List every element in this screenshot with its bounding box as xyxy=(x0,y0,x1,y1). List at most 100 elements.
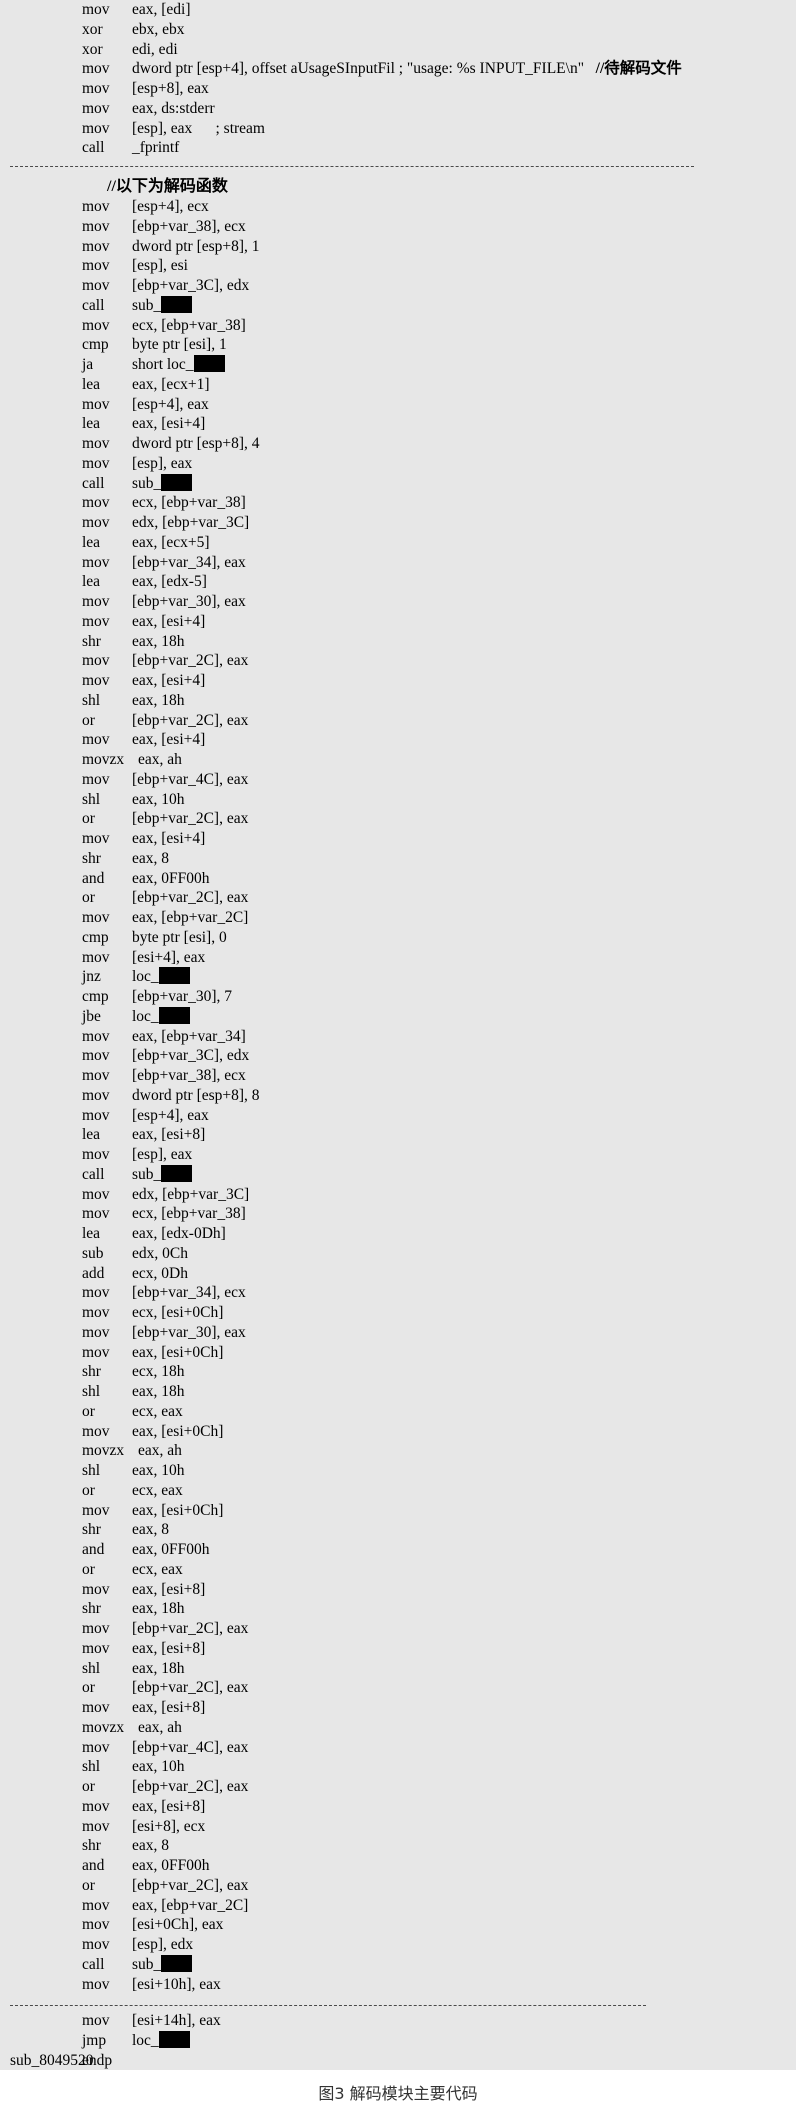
code-operands: eax, [esi+0Ch] xyxy=(132,1501,223,1521)
code-mnemonic: mov xyxy=(82,1896,110,1914)
code-operands: eax, 18h xyxy=(132,1659,185,1679)
code-operands-text: [esp], esi xyxy=(132,257,188,275)
code-operands-text: eax, ah xyxy=(138,1442,182,1460)
code-operands-text: [ebp+var_30], eax xyxy=(132,593,246,610)
code-mnemonic: cmp xyxy=(82,336,109,354)
code-operands: [esp], esi xyxy=(132,256,188,276)
code-mnemonic: mov xyxy=(82,1699,110,1716)
code-operands: ecx, [ebp+var_38] xyxy=(132,316,246,336)
code-mnemonic: jnz xyxy=(82,968,101,986)
code-operands: eax, 10h xyxy=(132,790,185,810)
code-operands-text: ecx, 0Dh xyxy=(132,1264,188,1282)
code-operands-text: eax, ah xyxy=(138,751,182,768)
code-mnemonic: or xyxy=(82,810,95,828)
code-operands: eax, [esi+4] xyxy=(132,414,205,434)
code-operands-text: ecx, [ebp+var_38] xyxy=(132,494,246,512)
code-mnemonic: jmp xyxy=(82,2031,107,2049)
code-operands: [esi+8], ecx xyxy=(132,1817,205,1837)
code-operands: ecx, [ebp+var_38] xyxy=(132,1204,246,1224)
code-mnemonic: mov xyxy=(82,830,110,847)
code-operands-text: [esp], eax ; stream xyxy=(132,119,265,137)
code-mnemonic: or xyxy=(82,1778,95,1795)
code-operands-text: sub_ xyxy=(132,296,162,314)
code-mnemonic: or xyxy=(82,711,95,729)
code-mnemonic: and xyxy=(82,869,105,887)
code-operands: eax, [ecx+1] xyxy=(132,375,210,395)
code-operands: [ebp+var_2C], eax xyxy=(132,1619,248,1639)
code-operands-text: edi, edi xyxy=(132,40,178,58)
code-operands: [ebp+var_38], ecx xyxy=(132,217,246,237)
code-operands-text: [esi+10h], eax xyxy=(132,1975,221,1993)
code-operands: sub_ xyxy=(132,1164,193,1185)
code-operands-text: eax, [esi+8] xyxy=(132,1699,206,1716)
code-operands-text: loc_ xyxy=(132,2031,159,2049)
code-operands: ecx, eax xyxy=(132,1560,183,1580)
code-operands-text: short loc_ xyxy=(132,356,194,373)
code-mnemonic: lea xyxy=(82,533,101,551)
code-operands-text: edx, [ebp+var_3C] xyxy=(132,1185,250,1203)
dashed-separator xyxy=(10,166,694,167)
code-operands: ecx, eax xyxy=(132,1481,183,1501)
code-operands-text: [ebp+var_38], ecx xyxy=(132,1067,246,1084)
code-mnemonic: mov xyxy=(82,1639,110,1657)
code-mnemonic: cmp xyxy=(82,988,109,1005)
code-operands-text: eax, [ecx+1] xyxy=(132,375,210,393)
code-mnemonic: mov xyxy=(82,948,110,966)
code-operands-text: [ebp+var_38], ecx xyxy=(132,217,246,235)
code-operands-text: [ebp+var_2C], eax xyxy=(132,711,249,729)
code-mnemonic: mov xyxy=(82,1422,110,1440)
code-mnemonic: lea xyxy=(82,1225,101,1242)
code-operands: [esi+14h], eax xyxy=(132,2011,221,2031)
code-operands: dword ptr [esp+8], 8 xyxy=(132,1086,260,1106)
code-operands-text: eax, [esi+0Ch] xyxy=(132,1501,224,1519)
code-operands-text: [esi+14h], eax xyxy=(132,2012,221,2029)
code-operands: [esp+4], eax xyxy=(132,395,209,415)
code-operands-text: _fprintf xyxy=(132,139,180,157)
code-operands: eax, [edi] xyxy=(132,0,191,20)
code-operands-text: [esp+4], eax xyxy=(132,1106,209,1124)
code-operands: [esi+4], eax xyxy=(132,948,205,968)
code-operands: [ebp+var_2C], eax xyxy=(132,809,248,829)
code-operands: eax, [ebp+var_2C] xyxy=(132,908,248,928)
code-operands: eax, [esi+0Ch] xyxy=(132,1343,223,1363)
code-operands: eax, ah xyxy=(138,1441,182,1461)
code-operands-text: ecx, eax xyxy=(132,1481,183,1499)
code-operands: [ebp+var_34], ecx xyxy=(132,1283,246,1303)
code-operands: loc_ xyxy=(132,967,190,987)
code-operands-text: [esp+4], ecx xyxy=(132,198,209,215)
code-operands-text: edx, [ebp+var_3C] xyxy=(132,514,250,531)
code-operands-text: eax, [esi+4] xyxy=(132,672,206,689)
code-operands: [ebp+var_2C], eax xyxy=(132,1678,248,1698)
code-mnemonic: shl xyxy=(82,790,101,808)
code-operands: eax, [esi+8] xyxy=(132,1639,205,1659)
code-mnemonic: mov xyxy=(82,1304,110,1321)
code-mnemonic: shr xyxy=(82,1521,101,1539)
code-mnemonic: mov xyxy=(82,514,110,531)
code-mnemonic: or xyxy=(82,1876,95,1894)
code-operands-text: [ebp+var_2C], eax xyxy=(132,1778,249,1795)
code-operands-text: eax, ds:stderr xyxy=(132,99,215,117)
code-mnemonic: and xyxy=(82,1541,105,1558)
code-operands: eax, 10h xyxy=(132,1461,185,1481)
code-operands: [ebp+var_2C], eax xyxy=(132,651,248,671)
redaction-block xyxy=(161,295,193,313)
code-operands: eax, [edx-0Dh] xyxy=(132,1224,226,1244)
code-operands: eax, [esi+8] xyxy=(132,1125,205,1145)
code-mnemonic: mov xyxy=(82,1936,110,1953)
code-mnemonic: mov xyxy=(82,770,110,788)
code-mnemonic: mov xyxy=(82,909,110,926)
code-mnemonic: or xyxy=(82,1679,95,1697)
code-operands-text: [esp], eax xyxy=(132,1146,193,1163)
code-operands: eax, [esi+0Ch] xyxy=(132,1422,223,1442)
code-operands: ecx, 0Dh xyxy=(132,1264,188,1284)
code-operands-text: byte ptr [esi], 1 xyxy=(132,336,227,354)
redaction-block xyxy=(158,2030,190,2048)
code-operands: edx, [ebp+var_3C] xyxy=(132,1185,249,1205)
code-operands: loc_ xyxy=(132,2030,190,2051)
code-operands: eax, [esi+8] xyxy=(132,1797,205,1817)
code-operands-text: dword ptr [esp+4], offset aUsageSInputFi… xyxy=(132,60,596,78)
code-operands: [ebp+var_2C], eax xyxy=(132,1876,248,1896)
code-operands-text: ecx, [ebp+var_38] xyxy=(132,316,246,334)
code-operands: eax, [esi+4] xyxy=(132,829,205,849)
code-mnemonic: movzx xyxy=(82,1442,125,1460)
